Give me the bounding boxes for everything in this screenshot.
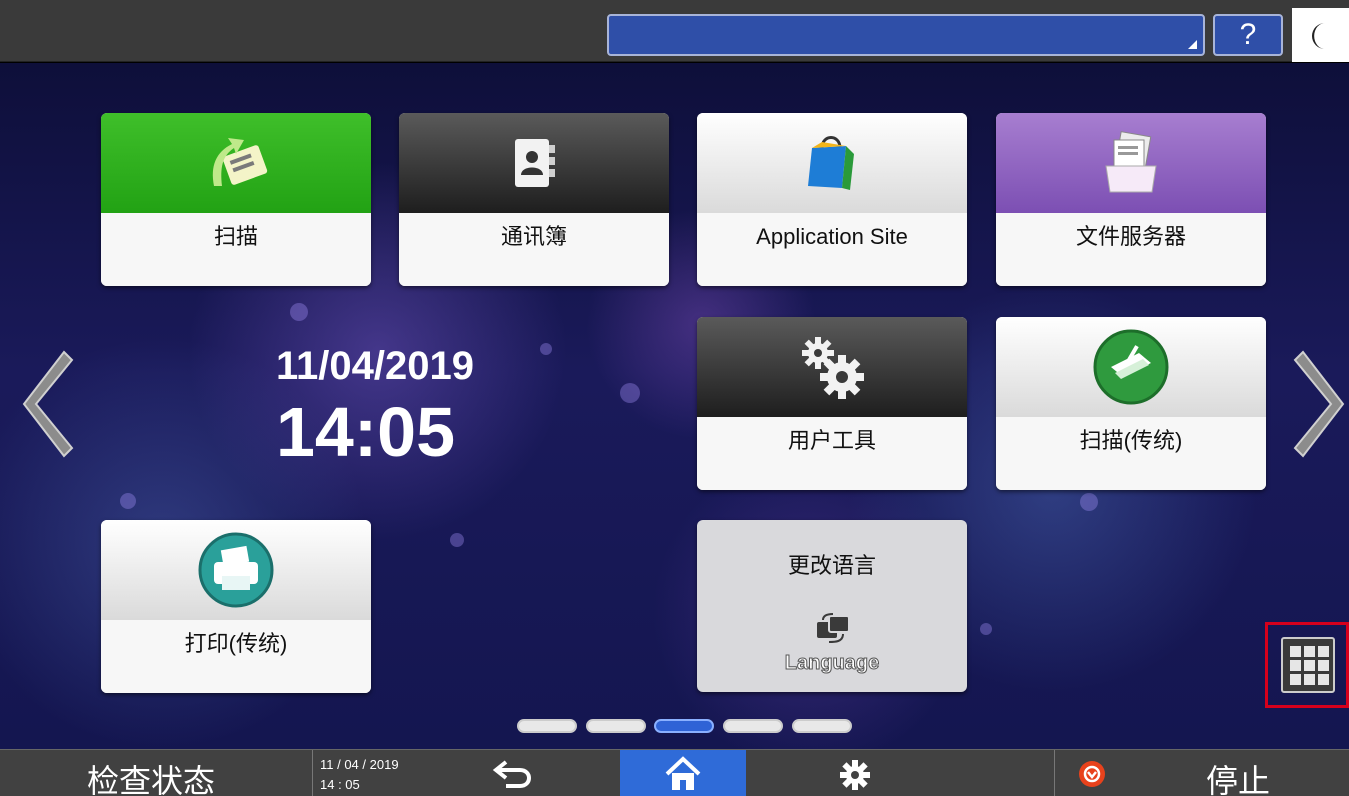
- tile-print-classic-label: 打印(传统): [101, 620, 371, 693]
- divider: [312, 750, 313, 796]
- divider: [1054, 750, 1055, 796]
- stop-button[interactable]: 停止: [1206, 756, 1270, 796]
- page-indicator-5[interactable]: [792, 719, 852, 733]
- back-button[interactable]: [492, 758, 538, 790]
- application-list-button[interactable]: [1265, 622, 1349, 708]
- help-button[interactable]: ?: [1213, 14, 1283, 56]
- printer-home-screen: ? 扫描 通讯簿 Application Site 文件服务器 11/04/20…: [0, 0, 1349, 796]
- tile-address-book-header: [399, 113, 669, 213]
- tile-application-site-header: [697, 113, 967, 213]
- home-time: 14:05: [276, 393, 456, 471]
- scan-icon: [212, 138, 268, 186]
- page-indicator-3[interactable]: [654, 719, 714, 733]
- tile-file-server[interactable]: 文件服务器: [996, 113, 1266, 286]
- check-status-button[interactable]: 检查状态: [87, 756, 215, 796]
- tile-application-site-label: Application Site: [697, 213, 967, 286]
- tile-change-language[interactable]: 更改语言 Language: [697, 520, 967, 692]
- tile-scan[interactable]: 扫描: [101, 113, 371, 286]
- tile-scan-classic[interactable]: 扫描(传统): [996, 317, 1266, 490]
- home-button[interactable]: [620, 750, 746, 796]
- next-page-arrow[interactable]: [1293, 350, 1345, 458]
- home-date: 11/04/2019: [276, 344, 474, 388]
- language-label: Language: [784, 652, 880, 675]
- language-switch-icon: [817, 613, 850, 643]
- tile-print-classic[interactable]: 打印(传统): [101, 520, 371, 693]
- bottom-datetime: 11 / 04 / 2019 14 : 05: [320, 755, 399, 795]
- apps-grid-icon: [1281, 637, 1335, 693]
- tile-scan-header: [101, 113, 371, 213]
- settings-button[interactable]: [838, 758, 872, 792]
- stop-icon: [1079, 761, 1105, 787]
- tile-address-book[interactable]: 通讯簿: [399, 113, 669, 286]
- tile-scan-label: 扫描: [101, 213, 371, 286]
- page-indicator-2[interactable]: [586, 719, 646, 733]
- scanner-icon: [1093, 329, 1169, 405]
- page-indicator-4[interactable]: [723, 719, 783, 733]
- tile-user-tools[interactable]: 用户工具: [697, 317, 967, 490]
- tile-application-site[interactable]: Application Site: [697, 113, 967, 286]
- tile-file-server-label: 文件服务器: [996, 213, 1266, 286]
- printer-icon: [198, 532, 274, 608]
- energy-saver-button[interactable]: [1292, 8, 1349, 62]
- previous-page-arrow[interactable]: [22, 350, 74, 458]
- moon-icon: [1312, 23, 1325, 49]
- expand-corner-icon: [1188, 40, 1197, 49]
- tile-address-book-label: 通讯簿: [399, 213, 669, 286]
- message-area[interactable]: [607, 14, 1205, 56]
- shopping-bag-icon: [808, 136, 854, 190]
- tile-user-tools-label: 用户工具: [697, 417, 967, 490]
- file-server-icon: [1105, 131, 1157, 193]
- bottom-date: 11 / 04 / 2019: [320, 757, 399, 772]
- top-bar: ?: [0, 0, 1349, 62]
- tile-file-server-header: [996, 113, 1266, 213]
- bottom-time: 14 : 05: [320, 777, 360, 792]
- tile-print-classic-header: [101, 520, 371, 620]
- gears-icon: [802, 337, 864, 399]
- tile-change-language-label: 更改语言: [787, 553, 876, 578]
- page-indicator-1[interactable]: [517, 719, 577, 733]
- bottom-bar: 检查状态 11 / 04 / 2019 14 : 05 停止: [0, 749, 1349, 796]
- home-icon: [665, 756, 701, 790]
- address-book-icon: [515, 139, 555, 187]
- tile-scan-classic-label: 扫描(传统): [996, 417, 1266, 490]
- tile-user-tools-header: [697, 317, 967, 417]
- tile-scan-classic-header: [996, 317, 1266, 417]
